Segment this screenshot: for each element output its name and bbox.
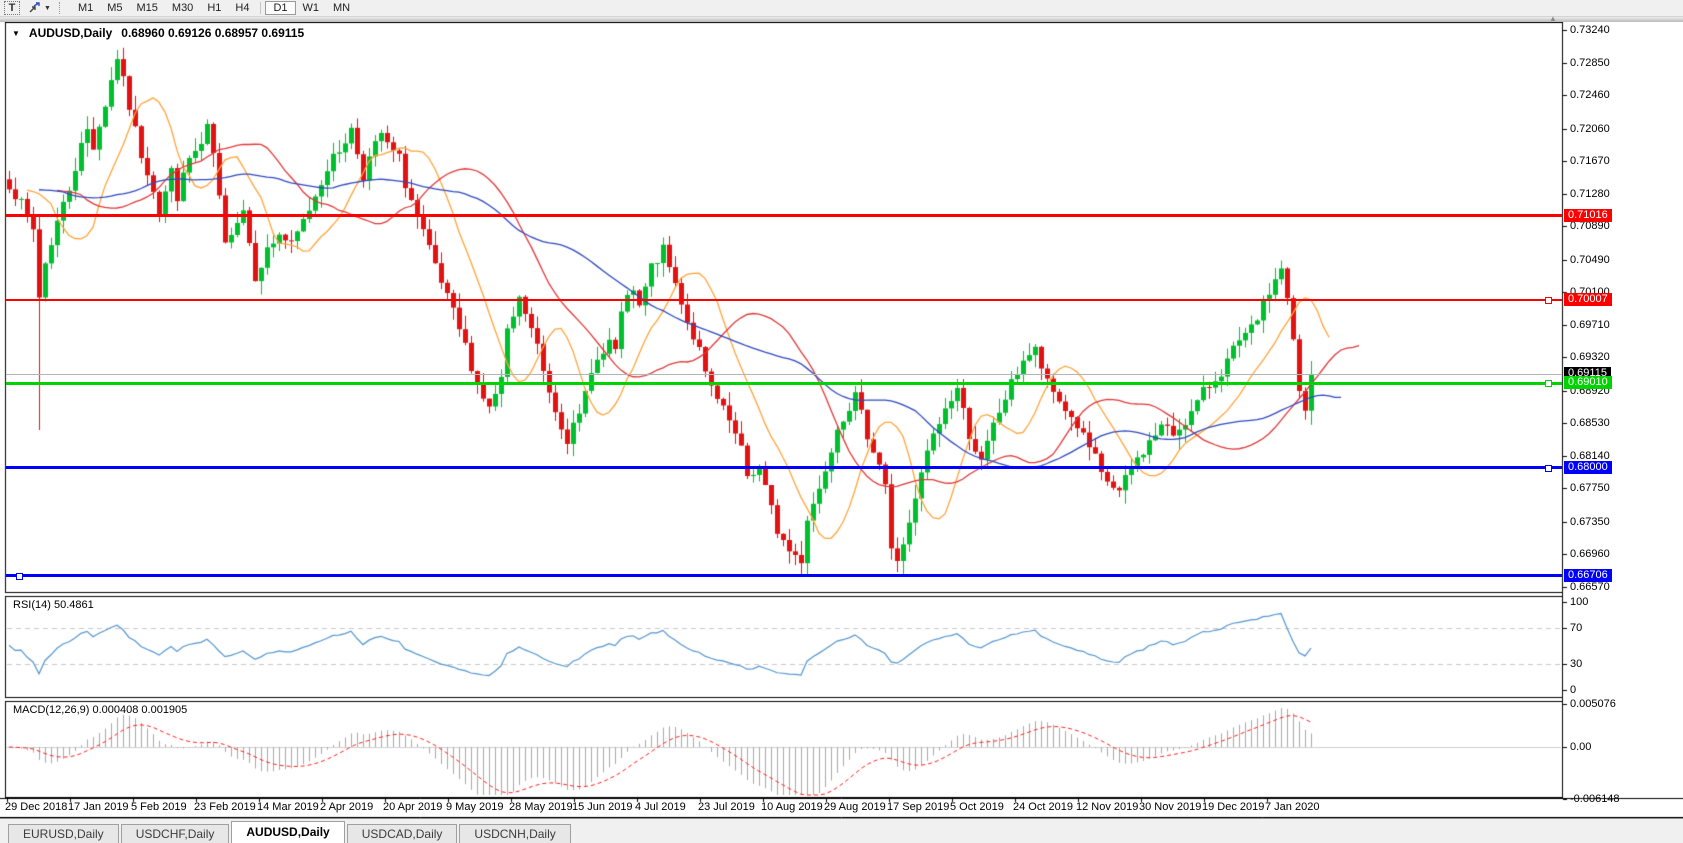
price-axis-tick: 0.70890 bbox=[1570, 220, 1610, 232]
timeframe-button-mn[interactable]: MN bbox=[326, 1, 357, 15]
date-axis-label: 24 Oct 2019 bbox=[1013, 801, 1073, 813]
rsi-indicator-label: RSI(14) 50.4861 bbox=[13, 599, 94, 611]
line-handle-marker[interactable] bbox=[1545, 297, 1552, 304]
price-axis-tick: 0.70490 bbox=[1570, 254, 1610, 266]
macd-axis-tick: 0.00 bbox=[1570, 741, 1591, 753]
date-axis-label: 17 Jan 2019 bbox=[68, 801, 129, 813]
diagonal-arrows-icon bbox=[28, 2, 41, 14]
timeframe-button-m30[interactable]: M30 bbox=[165, 1, 200, 15]
date-axis-label: 29 Dec 2018 bbox=[5, 801, 67, 813]
horizontal-level-line[interactable] bbox=[6, 382, 1562, 385]
timeframe-button-h1[interactable]: H1 bbox=[200, 1, 228, 15]
line-handle-marker[interactable] bbox=[16, 573, 23, 580]
toolbar-grip bbox=[59, 2, 65, 14]
date-axis-label: 5 Oct 2019 bbox=[950, 801, 1004, 813]
timeframe-buttons: M1M5M15M30H1H4 D1W1MN bbox=[71, 1, 357, 15]
triangle-down-icon: ▼ bbox=[12, 29, 20, 38]
timeframe-button-m15[interactable]: M15 bbox=[130, 1, 165, 15]
date-axis-label: 9 May 2019 bbox=[446, 801, 503, 813]
horizontal-level-line[interactable] bbox=[6, 299, 1562, 301]
date-axis-label: 15 Jun 2019 bbox=[572, 801, 633, 813]
price-badge: 0.68000 bbox=[1564, 461, 1612, 474]
current-price-line bbox=[6, 374, 1562, 375]
arrows-tool-button[interactable]: ▼ bbox=[28, 2, 51, 14]
rsi-axis-tick: 100 bbox=[1570, 596, 1588, 608]
chart-tab-usdcnh[interactable]: USDCNH,Daily bbox=[459, 824, 570, 843]
date-axis-label: 4 Jul 2019 bbox=[635, 801, 686, 813]
price-axis-tick: 0.67350 bbox=[1570, 516, 1610, 528]
chart-tab-bar: EURUSD,DailyUSDCHF,DailyAUDUSD,DailyUSDC… bbox=[0, 818, 1683, 843]
chart-tab-usdchf[interactable]: USDCHF,Daily bbox=[121, 824, 230, 843]
price-badge: 0.69010 bbox=[1564, 376, 1612, 389]
toolbar-separator bbox=[260, 2, 261, 14]
chart-title: ▼ AUDUSD,Daily 0.68960 0.69126 0.68957 0… bbox=[12, 26, 304, 40]
chart-tab-eurusd[interactable]: EURUSD,Daily bbox=[8, 824, 119, 843]
rsi-axis-tick: 70 bbox=[1570, 622, 1582, 634]
price-axis-tick: 0.72060 bbox=[1570, 123, 1610, 135]
price-axis-tick: 0.72850 bbox=[1570, 57, 1610, 69]
price-axis-tick: 0.66960 bbox=[1570, 548, 1610, 560]
top-toolbar: T ▼ M1M5M15M30H1H4 D1W1MN bbox=[0, 0, 1683, 17]
price-badge: 0.66706 bbox=[1564, 569, 1612, 582]
price-axis-tick: 0.71670 bbox=[1570, 155, 1610, 167]
chart-window: ▼ AUDUSD,Daily 0.68960 0.69126 0.68957 0… bbox=[0, 22, 1683, 818]
price-axis-tick: 0.72460 bbox=[1570, 89, 1610, 101]
date-axis-label: 30 Nov 2019 bbox=[1139, 801, 1201, 813]
chart-symbol-label: AUDUSD,Daily bbox=[29, 26, 112, 40]
date-axis-label: 23 Jul 2019 bbox=[698, 801, 755, 813]
date-axis-label: 2 Apr 2019 bbox=[320, 801, 373, 813]
chevron-down-icon: ▼ bbox=[44, 5, 51, 12]
chart-ohlc-values: 0.68960 0.69126 0.68957 0.69115 bbox=[121, 26, 304, 40]
text-tool-button[interactable]: T bbox=[4, 1, 20, 15]
price-badge: 0.70007 bbox=[1564, 293, 1612, 306]
line-handle-marker[interactable] bbox=[1545, 380, 1552, 387]
horizontal-level-line[interactable] bbox=[6, 214, 1562, 217]
date-axis-label: 10 Aug 2019 bbox=[761, 801, 823, 813]
price-axis-tick: 0.69320 bbox=[1570, 351, 1610, 363]
date-axis-label: 12 Nov 2019 bbox=[1076, 801, 1138, 813]
timeframe-button-h4[interactable]: H4 bbox=[228, 1, 256, 15]
horizontal-level-line[interactable] bbox=[6, 574, 1562, 577]
price-axis-tick: 0.66570 bbox=[1570, 581, 1610, 593]
price-axis-tick: 0.67750 bbox=[1570, 482, 1610, 494]
rsi-axis-tick: 0 bbox=[1570, 684, 1576, 696]
macd-indicator-label: MACD(12,26,9) 0.000408 0.001905 bbox=[13, 704, 187, 716]
date-axis-label: 7 Jan 2020 bbox=[1265, 801, 1319, 813]
date-axis-label: 17 Sep 2019 bbox=[887, 801, 949, 813]
timeframe-button-m5[interactable]: M5 bbox=[100, 1, 129, 15]
chart-tab-usdcad[interactable]: USDCAD,Daily bbox=[347, 824, 458, 843]
horizontal-level-line[interactable] bbox=[6, 466, 1562, 469]
timeframe-button-w1[interactable]: W1 bbox=[296, 1, 327, 15]
chart-tab-audusd[interactable]: AUDUSD,Daily bbox=[231, 821, 344, 843]
timeframe-button-d1[interactable]: D1 bbox=[265, 1, 295, 15]
price-axis-tick: 0.68530 bbox=[1570, 417, 1610, 429]
date-axis-label: 20 Apr 2019 bbox=[383, 801, 442, 813]
price-axis-tick: 0.71280 bbox=[1570, 188, 1610, 200]
date-axis-label: 23 Feb 2019 bbox=[194, 801, 256, 813]
chart-canvas[interactable] bbox=[0, 22, 1683, 818]
price-axis-tick: 0.69710 bbox=[1570, 319, 1610, 331]
line-handle-marker[interactable] bbox=[1545, 465, 1552, 472]
price-badge: 0.71016 bbox=[1564, 209, 1612, 222]
macd-axis-tick: 0.005076 bbox=[1570, 698, 1616, 710]
date-axis-label: 14 Mar 2019 bbox=[257, 801, 319, 813]
date-axis-label: 19 Dec 2019 bbox=[1202, 801, 1264, 813]
macd-axis-tick: -0.006148 bbox=[1570, 793, 1620, 805]
date-axis-label: 5 Feb 2019 bbox=[131, 801, 187, 813]
rsi-axis-tick: 30 bbox=[1570, 658, 1582, 670]
price-axis-tick: 0.73240 bbox=[1570, 24, 1610, 36]
mt4-window: { "toolbar": { "text_tool_label": "T", "… bbox=[0, 0, 1683, 842]
timeframe-button-m1[interactable]: M1 bbox=[71, 1, 100, 15]
date-axis-label: 28 May 2019 bbox=[509, 801, 573, 813]
date-axis-label: 29 Aug 2019 bbox=[824, 801, 886, 813]
